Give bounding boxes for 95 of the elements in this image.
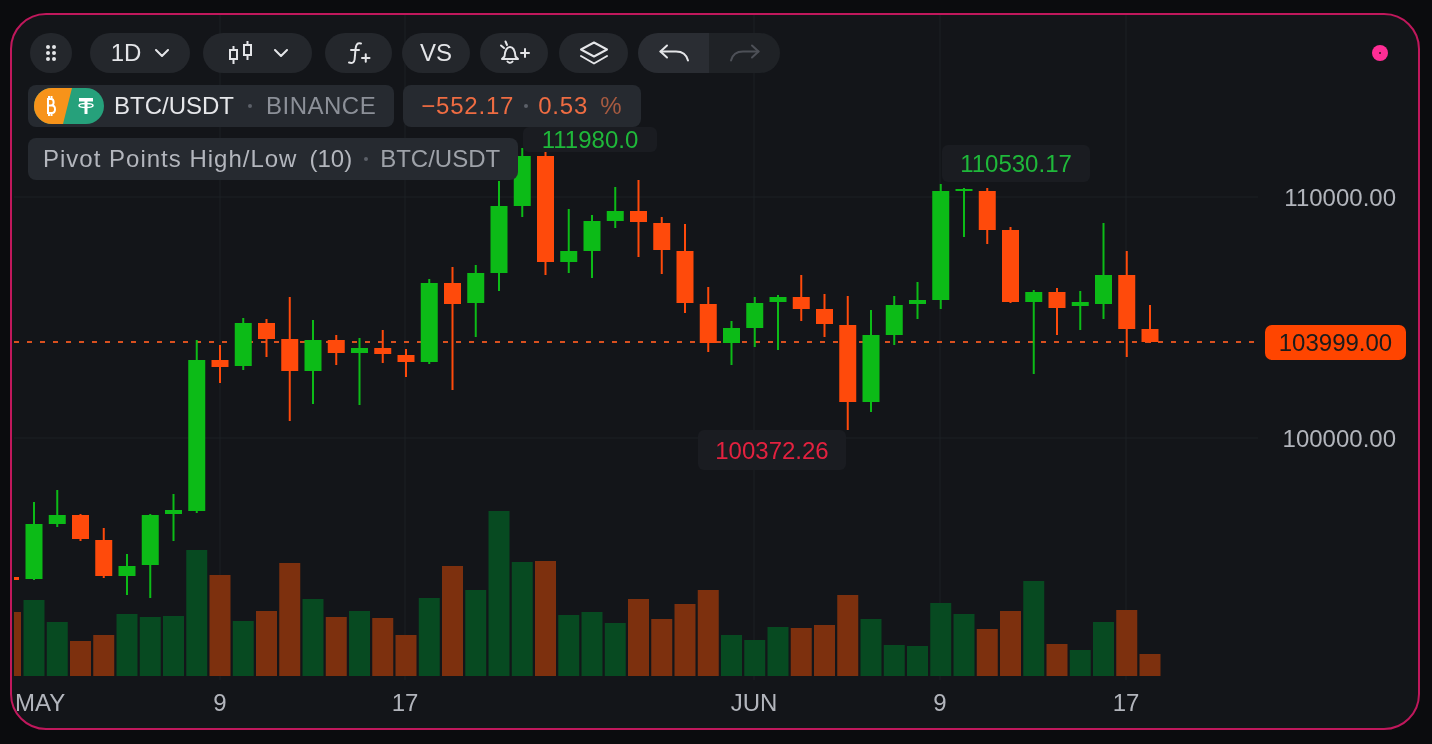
candlestick — [72, 514, 89, 541]
volume-bar — [1000, 611, 1021, 676]
candlestick — [165, 494, 182, 541]
volume-bar — [558, 615, 580, 676]
candlestick — [816, 294, 833, 337]
volume-bar — [581, 612, 603, 676]
price-axis-label: 110000.00 — [1284, 183, 1396, 211]
candlestick — [118, 554, 136, 595]
candlestick — [909, 282, 926, 319]
pivot-high-label: 111980.0 — [523, 126, 657, 153]
candlestick — [1048, 288, 1066, 335]
candlestick — [699, 287, 717, 352]
current-price-label: 103999.00 — [1265, 325, 1406, 360]
candlestick — [885, 296, 903, 345]
volume-bar — [372, 618, 394, 676]
candlestick — [95, 528, 113, 578]
symbol-name: BTC/USDT — [114, 92, 234, 120]
candlestick — [327, 335, 345, 365]
volume-bar — [1069, 650, 1091, 676]
volume-bar — [953, 614, 975, 676]
volume-bar — [1093, 622, 1114, 676]
time-axis-label: 17 — [391, 689, 419, 716]
price-change-value: −552.17 — [421, 92, 515, 120]
add-alert-button[interactable] — [480, 33, 548, 73]
indicator-length: (10) — [309, 145, 353, 173]
time-axis-label: MAY — [15, 689, 66, 716]
bell-plus-icon — [497, 40, 531, 66]
volume-bar — [256, 611, 277, 676]
chevron-down-icon — [155, 49, 170, 57]
chart-type-dropdown[interactable] — [203, 33, 312, 73]
price-change-percent: 0.53 — [538, 92, 589, 120]
candlestick — [769, 295, 787, 350]
volume-bar — [744, 640, 766, 676]
volume-bar — [767, 627, 789, 676]
volume-bar — [814, 625, 835, 676]
candlestick — [955, 188, 973, 237]
volume-bar — [674, 604, 696, 676]
indicators-button[interactable] — [325, 33, 392, 73]
volume-bar — [325, 617, 347, 676]
candlestick — [1071, 291, 1089, 330]
volume-bar — [70, 641, 91, 676]
candlestick — [351, 338, 368, 405]
volume-bar — [14, 612, 21, 676]
time-axis-label: 17 — [1112, 689, 1140, 716]
drag-handle-button[interactable] — [30, 33, 72, 73]
undo-button[interactable] — [638, 33, 709, 73]
compare-button[interactable]: VS — [402, 33, 470, 73]
volume-bar — [139, 617, 161, 676]
candlestick — [723, 321, 740, 365]
layers-button[interactable] — [559, 33, 628, 73]
candlestick — [211, 345, 229, 383]
price-axis-label: 100000.00 — [1282, 424, 1396, 452]
pivot-high-label: 110530.17 — [942, 145, 1090, 182]
percent-sign: % — [600, 92, 623, 120]
time-axis-label: JUN — [730, 689, 778, 716]
candlestick — [234, 318, 252, 370]
layers-icon — [578, 40, 609, 66]
volume-bar — [349, 611, 370, 676]
volume-bar — [604, 623, 626, 676]
candlestick — [397, 349, 415, 377]
candlestick — [14, 577, 19, 580]
time-axis-label: 9 — [213, 689, 227, 716]
candlestick — [978, 188, 996, 244]
volume-bar — [907, 646, 928, 676]
exchange-name: BINANCE — [266, 92, 377, 120]
candlestick — [1141, 305, 1159, 343]
candlestick — [583, 215, 601, 278]
volume-bar — [46, 622, 68, 676]
interval-dropdown[interactable]: 1D — [90, 33, 190, 73]
volume-bar — [721, 635, 742, 676]
candlestick — [746, 297, 764, 347]
candlestick-icon — [227, 41, 254, 65]
indicator-symbol: BTC/USDT — [380, 145, 501, 173]
candlestick — [792, 275, 810, 321]
candlestick — [653, 217, 671, 274]
coin-pair-icon — [34, 88, 104, 124]
candlestick — [374, 330, 392, 363]
status-dot-icon — [1372, 45, 1388, 61]
candlestick — [258, 319, 275, 357]
chevron-down-icon — [273, 49, 288, 57]
indicator-name: Pivot Points High/Low — [43, 145, 298, 173]
volume-bar — [651, 619, 673, 676]
volume-bar — [163, 616, 184, 676]
candlestick — [606, 187, 624, 228]
grip-icon — [46, 45, 56, 61]
candlestick — [467, 265, 485, 337]
volume-bar — [976, 629, 998, 676]
volume-bar — [790, 628, 812, 676]
function-plus-icon — [346, 41, 371, 65]
candlestick — [560, 209, 578, 273]
redo-icon — [728, 44, 761, 62]
candlestick — [48, 490, 66, 527]
pivot-low-label: 100372.26 — [698, 430, 846, 470]
time-axis-label: 9 — [933, 689, 947, 716]
undo-icon — [657, 44, 690, 62]
